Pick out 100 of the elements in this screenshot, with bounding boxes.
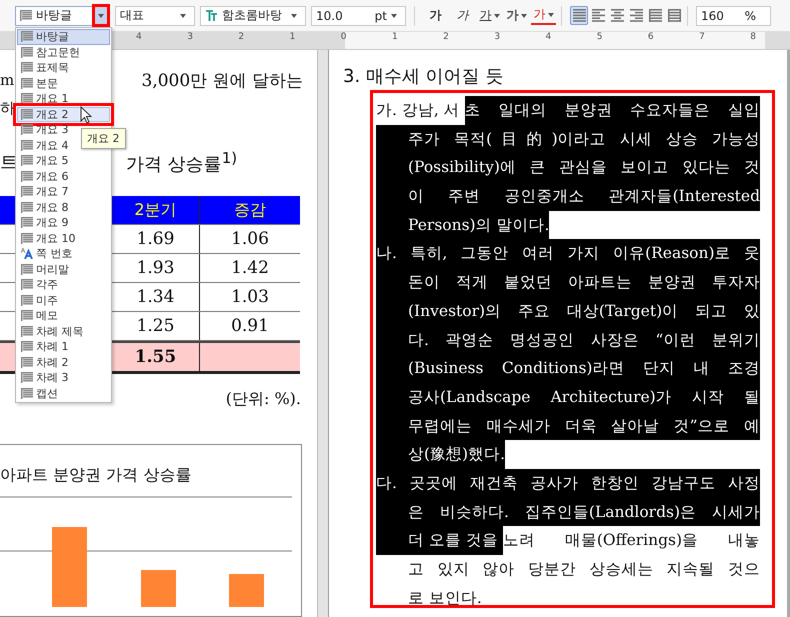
selected-text: 이 주변 공인중개소 관계자들(Interested: [376, 182, 760, 211]
paragraph-style-icon: [21, 372, 33, 384]
body-text: 고 있지 않아 당분간 상승세는 지속될 것으: [407, 559, 760, 580]
selected-text: 돈이 적게 붙었던 아파트는 분양권 투자자: [376, 268, 760, 297]
table-cell-text: 0.91: [230, 315, 270, 338]
font-size-field[interactable]: 10.0 pt: [311, 6, 406, 26]
bold-button[interactable]: 가: [423, 4, 448, 26]
body-text: 가. 강남, 서: [376, 100, 461, 121]
menu-item[interactable]: 개요 5: [17, 153, 110, 168]
align-center-button[interactable]: [608, 6, 626, 25]
ruler-number: 2: [238, 32, 246, 43]
align-divide-button[interactable]: [665, 6, 683, 25]
font-dropdown[interactable]: 함초롬바탕: [200, 6, 306, 26]
ruler-number: 4: [136, 32, 143, 43]
paragraph-style-icon: [21, 186, 33, 198]
align-distribute-button[interactable]: [646, 6, 664, 25]
color-button[interactable]: 가: [531, 6, 556, 24]
menu-item[interactable]: 차례 3: [17, 370, 110, 386]
body-text: m: [0, 71, 14, 89]
paragraph-style-icon: [21, 341, 33, 352]
paragraph-style-icon: [21, 202, 33, 213]
align-left-icon: [592, 9, 604, 22]
table-cell-text: 1.42: [230, 257, 270, 280]
chart-title: 아파트 분양권 가격 상승률: [0, 465, 192, 486]
paragraph-style-icon: [21, 93, 33, 104]
unit-label: %: [744, 8, 756, 22]
menu-item[interactable]: 차례 제목: [17, 324, 110, 339]
unit-label: pt: [374, 8, 387, 22]
menu-item[interactable]: 바탕글: [17, 29, 110, 44]
ruler-number: 3: [494, 32, 502, 43]
paragraph-style-icon: [21, 46, 33, 58]
selected-text: Persons)의 말이다.: [376, 210, 550, 240]
selected-text: (Investor)의 주요 대상(Target)이 되고 있: [376, 296, 760, 326]
menu-item[interactable]: 차례 2: [17, 354, 110, 370]
table-cell-text: 1.03: [230, 286, 270, 309]
menu-item[interactable]: 메모: [17, 308, 110, 324]
paragraph-style-icon: [21, 279, 33, 290]
zoom-field[interactable]: 160 %: [696, 6, 771, 26]
menu-item[interactable]: 개요 9: [17, 215, 110, 230]
selected-text: 초 일대의 분양권 수요자들은 실입: [464, 96, 760, 125]
align-justify-icon: [572, 9, 586, 22]
paragraph-style-icon: [21, 294, 33, 306]
ruler-number: 5: [596, 32, 604, 43]
table-title: 가격 상승률$^{1)}$: [126, 148, 238, 176]
body-text: 하: [0, 98, 15, 118]
selected-text: 더 오를 것을: [376, 526, 503, 555]
ruler-number: 7: [699, 32, 706, 43]
menu-item[interactable]: 머리말: [17, 262, 110, 277]
paragraph-style-icon: [21, 124, 33, 136]
selected-text: 공사(Landscape Architecture)가 시작 될: [376, 382, 760, 412]
language-dropdown[interactable]: 대표: [115, 6, 195, 26]
section-heading: 3. 매수세 이어질 듯: [343, 65, 504, 89]
menu-item[interactable]: 개요 10: [17, 230, 110, 246]
menu-item[interactable]: 각주: [17, 277, 110, 292]
menu-item[interactable]: 표제목: [17, 60, 110, 76]
ruler-number: 1: [392, 32, 399, 43]
align-right-button[interactable]: [627, 6, 645, 25]
paragraph-style-icon: [21, 31, 33, 42]
menu-item[interactable]: 개요 1: [17, 91, 110, 106]
table-title: 트: [0, 151, 18, 174]
paragraph-style-icon: [21, 310, 33, 322]
paragraph-style-icon: [21, 155, 33, 166]
menu-item[interactable]: 미주: [17, 292, 110, 308]
paragraph-style-icon: [21, 217, 33, 228]
caret-icon: [391, 14, 397, 18]
dropdown-button[interactable]: [92, 4, 110, 27]
selected-text: 은 비슷하다. 집주인들(Landlords)은 시세가: [376, 498, 760, 526]
align-divide-icon: [668, 9, 680, 22]
paragraph-style-icon: [21, 388, 33, 399]
caret-icon: [98, 14, 104, 18]
menu-item[interactable]: 차례 1: [17, 339, 110, 354]
style-dropdown[interactable]: 바탕글: [15, 6, 110, 26]
paragraph-style-icon: [21, 140, 33, 151]
menu-item[interactable]: 참고문헌: [17, 44, 110, 60]
menu-item[interactable]: 본문: [17, 76, 110, 91]
selected-text: 다. 곽영순 명성공인 사장은 “이런 분위기: [376, 326, 760, 354]
menu-item[interactable]: 개요 7: [17, 184, 110, 200]
table-cell-text: 1.06: [230, 228, 270, 251]
selected-text: 다. 곳곳에 재건축 공사가 한창인 강남구도 사정: [376, 468, 760, 498]
selected-text: 주가 목적(目的)이라고 시세 상승 가능성: [376, 124, 760, 154]
align-left-button[interactable]: [589, 6, 607, 25]
menu-item[interactable]: 캡션: [17, 386, 110, 401]
menu-item[interactable]: 개요 6: [17, 168, 110, 184]
menu-item[interactable]: 개요 8: [17, 200, 110, 215]
caret-icon: [520, 14, 526, 18]
paragraph-style-icon: [21, 108, 33, 120]
caret-icon: [291, 14, 297, 18]
body-text: 3,000만 원에 달하는: [142, 70, 303, 92]
underline-button[interactable]: 가: [477, 4, 502, 26]
ruler-number: 4: [546, 32, 552, 43]
selected-text: (Business Conditions)라면 단지 내 조경: [376, 354, 760, 383]
chart-bar: [141, 570, 176, 607]
paragraph-style-icon: [21, 264, 33, 275]
align-distribute-icon: [648, 9, 662, 22]
menu-item[interactable]: 쪽 번호: [17, 246, 110, 262]
italic-button[interactable]: 가: [450, 4, 475, 26]
align-justify-button[interactable]: [570, 6, 588, 25]
paragraph-style-icon: [21, 170, 33, 182]
paragraph-style-icon: [21, 232, 33, 244]
ruler-number: 8: [750, 32, 757, 43]
